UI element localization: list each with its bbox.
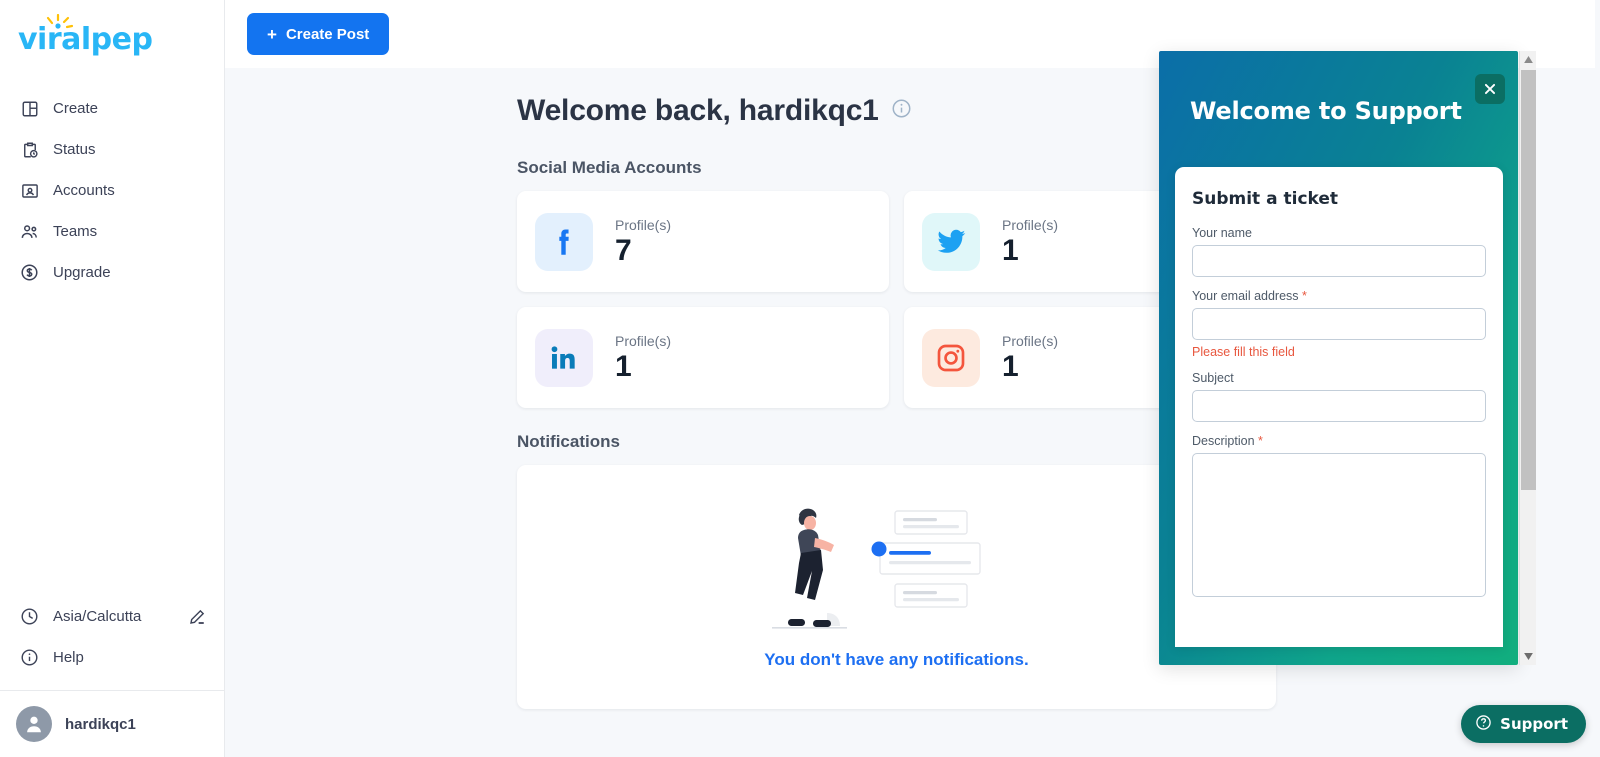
sidebar-item-label: Upgrade: [53, 264, 111, 281]
sidebar-footer: Asia/Calcutta Help hardikqc1: [0, 596, 224, 757]
name-field-label: Your name: [1192, 226, 1252, 240]
facebook-icon: [535, 212, 593, 271]
account-count: 1: [1002, 233, 1019, 267]
page-title: Welcome back, hardikqc1: [517, 94, 879, 127]
required-marker: *: [1302, 289, 1307, 303]
submit-ticket-form: Submit a ticket Your name Your email add…: [1175, 167, 1503, 647]
users-icon: [20, 222, 39, 241]
field-group-description: Description *: [1192, 434, 1486, 602]
clipboard-clock-icon: [20, 140, 39, 159]
email-label-text: Your email address: [1192, 289, 1299, 303]
support-modal-title: Welcome to Support: [1190, 97, 1462, 125]
sidebar-item-label: Status: [53, 141, 96, 158]
required-marker: *: [1258, 434, 1263, 448]
account-count: 1: [615, 349, 632, 383]
support-modal-scrollbar[interactable]: [1519, 51, 1536, 665]
info-circle-icon[interactable]: [891, 98, 912, 124]
account-card-linkedin[interactable]: Profile(s) 1: [517, 307, 889, 408]
field-group-email: Your email address * Please fill this fi…: [1192, 289, 1486, 359]
description-field[interactable]: [1192, 453, 1486, 597]
sidebar-nav: Create Status Accounts Teams Upgrade: [0, 88, 224, 293]
account-card-facebook[interactable]: Profile(s) 7: [517, 191, 889, 292]
form-title: Submit a ticket: [1192, 189, 1339, 209]
layout-icon: [20, 99, 39, 118]
twitter-icon: [922, 212, 980, 271]
caret-down-icon[interactable]: [1520, 648, 1537, 665]
help-row[interactable]: Help: [0, 637, 224, 678]
name-field[interactable]: [1192, 245, 1486, 277]
sidebar-item-status[interactable]: Status: [0, 129, 224, 170]
scrollbar-thumb[interactable]: [1521, 70, 1536, 490]
account-label: Profile(s): [615, 332, 672, 349]
create-post-button[interactable]: + Create Post: [247, 13, 390, 55]
clock-icon: [20, 607, 39, 626]
app-root: viralpep Create Status Accounts Teams Up…: [0, 0, 1600, 757]
support-modal: Welcome to Support Submit a ticket Your …: [1159, 51, 1518, 665]
caret-up-icon[interactable]: [1520, 51, 1537, 68]
email-field-label: Your email address *: [1192, 289, 1486, 303]
description-label-text: Description: [1192, 434, 1255, 448]
id-card-icon: [20, 181, 39, 200]
timezone-label: Asia/Calcutta: [53, 608, 142, 625]
account-label: Profile(s): [1002, 216, 1059, 233]
question-circle-icon: [1475, 714, 1492, 735]
sidebar-item-label: Accounts: [53, 182, 115, 199]
subject-field-label: Subject: [1192, 371, 1234, 385]
dollar-circle-icon: [20, 263, 39, 282]
user-name: hardikqc1: [65, 715, 136, 733]
create-post-label: Create Post: [285, 25, 370, 43]
sidebar-item-create[interactable]: Create: [0, 88, 224, 129]
close-icon[interactable]: [1475, 74, 1505, 104]
sidebar: viralpep Create Status Accounts Teams Up…: [0, 0, 225, 757]
page-right-edge: [1595, 0, 1600, 757]
user-profile-row[interactable]: hardikqc1: [0, 691, 224, 757]
linkedin-icon: [535, 328, 593, 387]
plus-icon: +: [267, 24, 277, 44]
instagram-icon: [922, 328, 980, 387]
logo-text: viralpep: [18, 22, 153, 57]
logo-container[interactable]: viralpep: [0, 0, 224, 74]
account-count: 7: [615, 233, 632, 267]
help-label: Help: [53, 649, 84, 666]
field-group-subject: Subject: [1192, 371, 1486, 422]
account-count: 1: [1002, 349, 1019, 383]
pencil-icon[interactable]: [188, 608, 206, 626]
account-label: Profile(s): [1002, 332, 1059, 349]
sidebar-item-label: Create: [53, 100, 99, 117]
support-button[interactable]: Support: [1461, 705, 1586, 743]
timezone-row[interactable]: Asia/Calcutta: [0, 596, 224, 637]
sidebar-item-label: Teams: [53, 223, 98, 240]
support-button-label: Support: [1500, 715, 1568, 733]
empty-notifications-text: You don't have any notifications.: [764, 650, 1029, 669]
email-error-message: Please fill this field: [1192, 345, 1295, 359]
viralpep-logo[interactable]: viralpep: [18, 14, 153, 58]
info-circle-icon: [20, 648, 39, 667]
avatar: [16, 706, 52, 742]
subject-field[interactable]: [1192, 390, 1486, 422]
empty-notifications-illustration: [747, 491, 1047, 646]
sidebar-item-teams[interactable]: Teams: [0, 211, 224, 252]
field-group-name: Your name: [1192, 226, 1486, 277]
account-label: Profile(s): [615, 216, 672, 233]
description-field-label: Description *: [1192, 434, 1486, 448]
sidebar-item-accounts[interactable]: Accounts: [0, 170, 224, 211]
email-field[interactable]: [1192, 308, 1486, 340]
sidebar-item-upgrade[interactable]: Upgrade: [0, 252, 224, 293]
